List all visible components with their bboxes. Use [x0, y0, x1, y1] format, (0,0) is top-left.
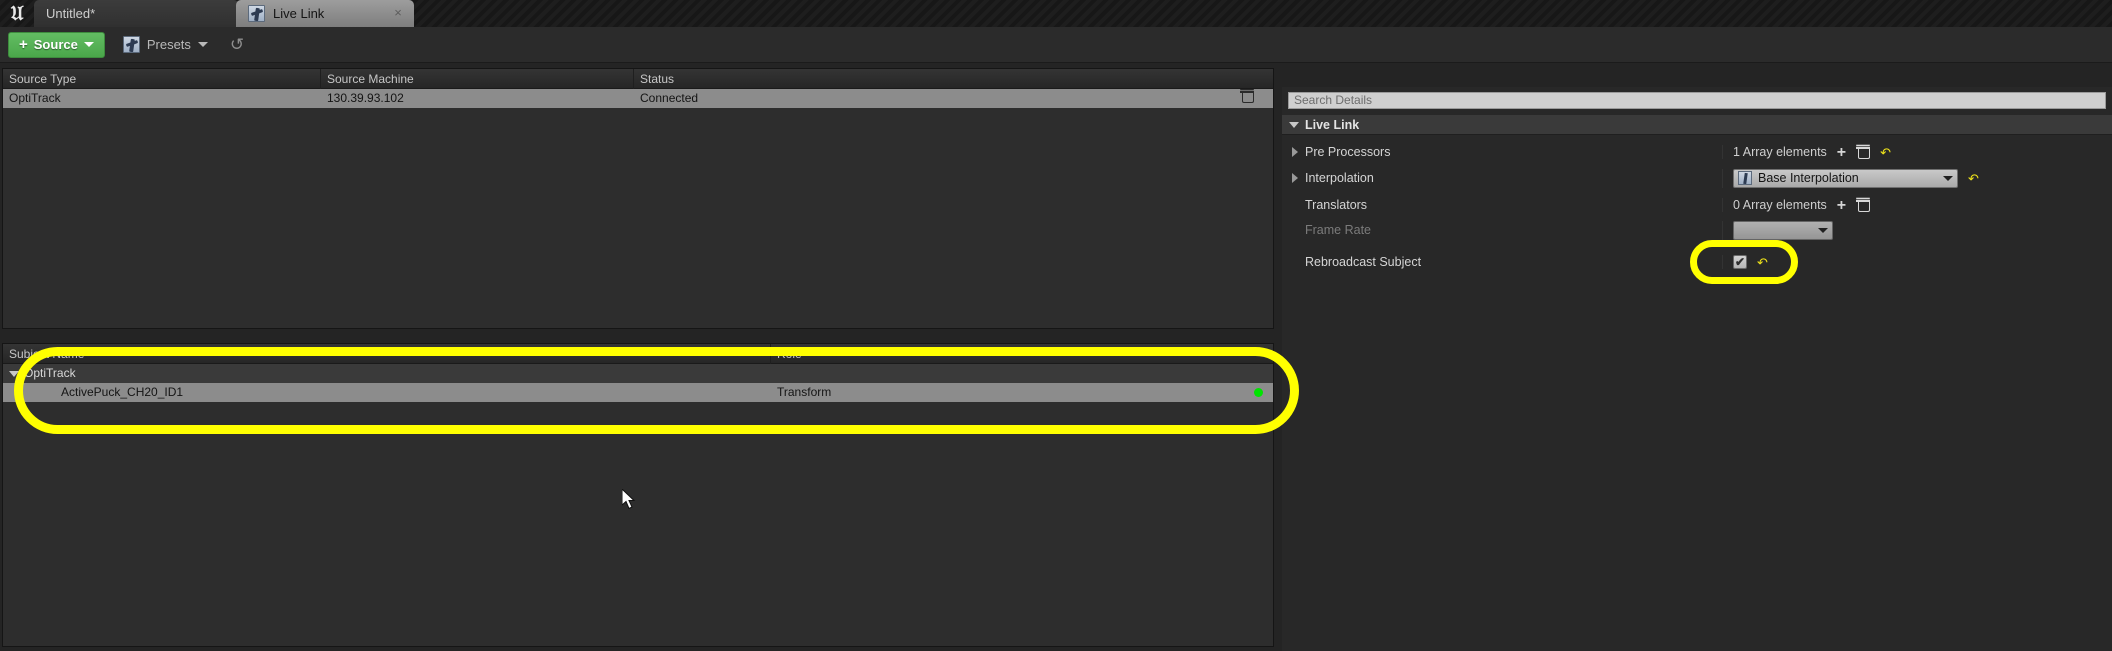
property-row-interpolation: Interpolation Base Interpolation ↶	[1282, 165, 2112, 191]
subjects-table-header: Subject Name Role	[3, 343, 1273, 364]
cell-status: Connected	[640, 91, 699, 105]
property-value-frame-rate	[1722, 220, 2112, 240]
plus-icon: +	[19, 36, 28, 53]
column-source-machine[interactable]: Source Machine	[321, 68, 634, 89]
chevron-down-icon	[1818, 227, 1828, 233]
details-category-label: Live Link	[1305, 117, 1360, 132]
column-status[interactable]: Status	[634, 69, 1273, 89]
tab-live-link[interactable]: Live Link ×	[236, 0, 414, 27]
subject-group-label: OptiTrack	[24, 366, 76, 380]
property-row-rebroadcast-subject: Rebroadcast Subject ✔ ↶	[1282, 249, 2112, 275]
frame-rate-dropdown[interactable]	[1733, 220, 1833, 240]
list-item[interactable]: ActivePuck_CH20_ID1 Transform	[3, 383, 1273, 402]
refresh-button[interactable]: ↺	[226, 36, 248, 53]
property-value-interpolation: Base Interpolation ↶	[1722, 168, 2112, 188]
triangle-collapsed-icon[interactable]	[1292, 173, 1298, 183]
rebroadcast-subject-checkbox[interactable]: ✔	[1733, 255, 1747, 269]
subject-name: ActivePuck_CH20_ID1	[61, 385, 184, 399]
remove-source-button[interactable]	[1234, 89, 1259, 108]
title-bar: 𝔘 Untitled* Live Link ×	[0, 0, 2112, 27]
property-label-pre-processors[interactable]: Pre Processors	[1282, 145, 1722, 159]
label-text: Pre Processors	[1305, 145, 1391, 159]
add-icon[interactable]: +	[1837, 144, 1846, 160]
cell-source-machine: 130.39.93.102	[327, 91, 404, 105]
label-text: Translators	[1305, 198, 1368, 212]
column-source-type[interactable]: Source Type	[3, 68, 321, 89]
chevron-down-icon	[83, 42, 94, 47]
delete-icon[interactable]	[1856, 145, 1871, 159]
sources-panel: Source Type Source Machine Status OptiTr…	[2, 68, 1274, 329]
delete-icon[interactable]	[1856, 198, 1871, 212]
subject-group-row[interactable]: OptiTrack	[3, 364, 1273, 383]
label-text: Frame Rate	[1305, 223, 1371, 237]
label-text: Rebroadcast Subject	[1305, 255, 1422, 269]
column-role[interactable]: Role	[771, 344, 1271, 364]
add-icon[interactable]: +	[1837, 197, 1846, 213]
property-value-translators: 0 Array elements +	[1722, 197, 2112, 213]
property-label-translators: Translators	[1282, 198, 1722, 212]
presets-button[interactable]: Presets	[119, 32, 212, 58]
property-row-translators: Translators 0 Array elements +	[1282, 192, 2112, 218]
reset-icon[interactable]: ↶	[1757, 256, 1768, 269]
triangle-collapsed-icon[interactable]	[1292, 147, 1298, 157]
subjects-panel: Subject Name Role OptiTrack ActivePuck_C…	[2, 343, 1274, 647]
add-source-label: Source	[33, 37, 78, 52]
toolbar: + Source Presets ↺	[0, 27, 2112, 63]
interpolation-dropdown[interactable]: Base Interpolation	[1733, 168, 1958, 188]
sources-table-header: Source Type Source Machine Status	[3, 68, 1273, 89]
presets-label: Presets	[146, 37, 191, 52]
triangle-expanded-icon[interactable]	[9, 370, 19, 377]
presets-icon	[122, 36, 140, 53]
array-elements-count: 1 Array elements	[1733, 145, 1827, 159]
property-label-rebroadcast-subject: Rebroadcast Subject	[1282, 255, 1722, 269]
mouse-cursor	[622, 489, 636, 510]
trash-icon	[1240, 89, 1254, 103]
subject-role: Transform	[777, 385, 832, 399]
status-badge	[1254, 388, 1263, 397]
unreal-logo-icon: 𝔘	[10, 3, 24, 25]
property-row-frame-rate: Frame Rate	[1282, 217, 2112, 243]
reset-icon[interactable]: ↶	[1968, 172, 1979, 185]
cell-source-type: OptiTrack	[9, 91, 61, 105]
live-link-icon	[1738, 171, 1752, 185]
property-value-rebroadcast-subject: ✔ ↶	[1722, 255, 2112, 269]
array-elements-count: 0 Array elements	[1733, 198, 1827, 212]
triangle-expanded-icon	[1289, 121, 1299, 128]
search-details-input[interactable]: Search Details	[1288, 92, 2106, 109]
tab-untitled-label: Untitled*	[46, 6, 96, 21]
property-value-pre-processors: 1 Array elements + ↶	[1722, 144, 2112, 160]
tab-live-link-label: Live Link	[273, 6, 325, 21]
chevron-down-icon	[197, 42, 208, 47]
add-source-button[interactable]: + Source	[8, 31, 105, 58]
column-subject-name[interactable]: Subject Name	[3, 343, 771, 364]
property-label-interpolation[interactable]: Interpolation	[1282, 171, 1722, 185]
live-link-icon	[248, 5, 265, 22]
label-text: Interpolation	[1305, 171, 1374, 185]
close-icon[interactable]: ×	[392, 6, 404, 19]
details-category-live-link[interactable]: Live Link	[1282, 115, 2112, 135]
table-row[interactable]: OptiTrack 130.39.93.102 Connected	[3, 89, 1273, 108]
tab-untitled[interactable]: Untitled*	[34, 0, 239, 27]
reset-icon[interactable]: ↶	[1880, 146, 1891, 159]
chevron-down-icon	[1943, 175, 1953, 181]
live-link-window: 𝔘 Untitled* Live Link × + Source Presets…	[0, 0, 2112, 651]
property-label-frame-rate: Frame Rate	[1282, 223, 1722, 237]
property-row-pre-processors: Pre Processors 1 Array elements + ↶	[1282, 139, 2112, 165]
dropdown-value: Base Interpolation	[1758, 171, 1859, 185]
